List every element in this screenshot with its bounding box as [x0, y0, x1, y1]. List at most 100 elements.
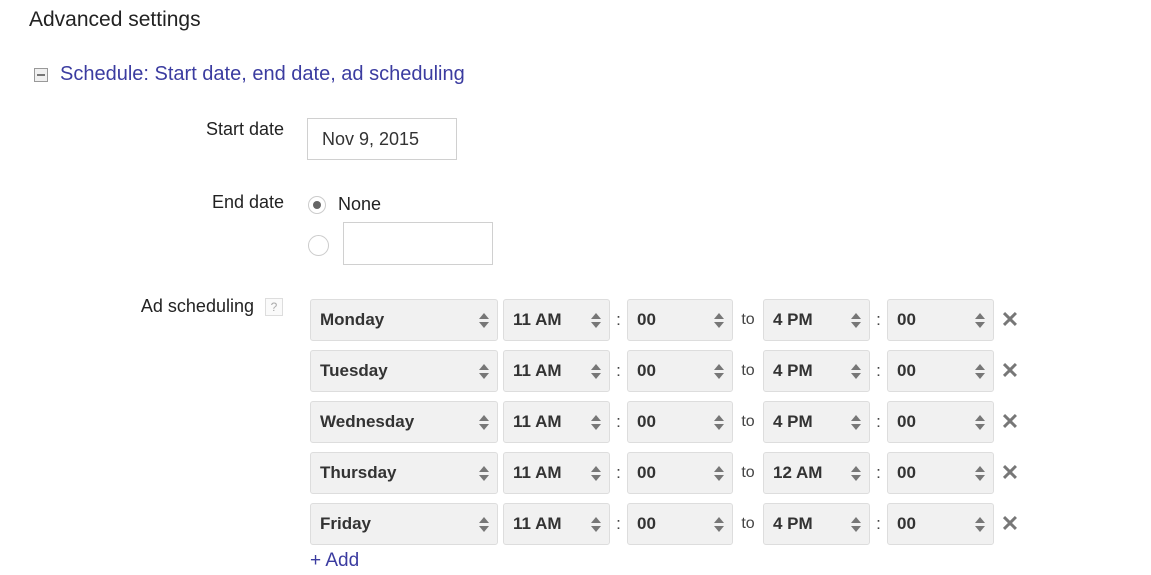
end-minute-select[interactable]: 00 — [887, 299, 994, 341]
select-arrows-icon — [714, 516, 724, 532]
schedule-section-label[interactable]: Schedule: Start date, end date, ad sched… — [60, 63, 465, 86]
help-icon[interactable]: ? — [265, 298, 283, 316]
start-date-input[interactable]: Nov 9, 2015 — [307, 118, 457, 160]
end-date-none-option[interactable]: None — [308, 194, 381, 215]
start-hour-select[interactable]: 11 AM — [503, 452, 610, 494]
day-select-value: Tuesday — [320, 361, 388, 380]
collapse-icon[interactable] — [34, 67, 48, 82]
time-colon: : — [616, 361, 621, 380]
day-select-value: Friday — [320, 514, 372, 533]
schedule-row: Wednesday 11 AM : 00 to 4 PM : 00 ✕ — [310, 401, 1026, 443]
end-minute-select[interactable]: 00 — [887, 350, 994, 392]
schedule-row: Thursday 11 AM : 00 to 12 AM : 00 ✕ — [310, 452, 1026, 494]
select-arrows-icon — [591, 516, 601, 532]
start-minute-select-value: 00 — [637, 463, 656, 482]
time-colon: : — [616, 412, 621, 431]
time-colon: : — [876, 361, 881, 380]
schedule-row: Monday 11 AM : 00 to 4 PM : 00 ✕ — [310, 299, 1026, 341]
select-arrows-icon — [851, 363, 861, 379]
select-arrows-icon — [479, 312, 489, 328]
end-minute-select-value: 00 — [897, 463, 916, 482]
select-arrows-icon — [479, 363, 489, 379]
start-hour-select[interactable]: 11 AM — [503, 503, 610, 545]
day-select[interactable]: Friday — [310, 503, 498, 545]
to-label: to — [741, 311, 755, 328]
select-arrows-icon — [479, 516, 489, 532]
end-hour-select-value: 4 PM — [773, 361, 813, 380]
end-minute-select[interactable]: 00 — [887, 452, 994, 494]
time-colon: : — [876, 310, 881, 329]
start-date-label: Start date — [205, 119, 284, 139]
end-date-none-label: None — [338, 194, 382, 214]
select-arrows-icon — [591, 363, 601, 379]
day-select[interactable]: Thursday — [310, 452, 498, 494]
end-date-none-radio[interactable] — [308, 195, 326, 214]
to-label: to — [741, 413, 755, 430]
to-label: to — [741, 515, 755, 532]
select-arrows-icon — [975, 363, 985, 379]
time-colon: : — [876, 463, 881, 482]
select-arrows-icon — [851, 516, 861, 532]
time-colon: : — [876, 514, 881, 533]
end-minute-select-value: 00 — [897, 310, 916, 329]
time-colon: : — [616, 463, 621, 482]
day-select-value: Wednesday — [320, 412, 415, 431]
select-arrows-icon — [714, 414, 724, 430]
end-hour-select[interactable]: 4 PM — [763, 299, 870, 341]
day-select[interactable]: Wednesday — [310, 401, 498, 443]
select-arrows-icon — [714, 363, 724, 379]
start-minute-select[interactable]: 00 — [627, 503, 733, 545]
end-minute-select[interactable]: 00 — [887, 503, 994, 545]
remove-row-icon[interactable]: ✕ — [994, 511, 1026, 537]
end-hour-select[interactable]: 4 PM — [763, 503, 870, 545]
start-minute-select-value: 00 — [637, 310, 656, 329]
select-arrows-icon — [714, 312, 724, 328]
remove-row-icon[interactable]: ✕ — [994, 460, 1026, 486]
select-arrows-icon — [479, 414, 489, 430]
end-hour-select-value: 4 PM — [773, 514, 813, 533]
to-label: to — [741, 362, 755, 379]
start-minute-select[interactable]: 00 — [627, 452, 733, 494]
start-minute-select[interactable]: 00 — [627, 299, 733, 341]
schedule-row: Tuesday 11 AM : 00 to 4 PM : 00 ✕ — [310, 350, 1026, 392]
day-select[interactable]: Tuesday — [310, 350, 498, 392]
day-select-value: Thursday — [320, 463, 397, 482]
schedule-section-header[interactable]: Schedule: Start date, end date, ad sched… — [34, 63, 465, 86]
end-minute-select[interactable]: 00 — [887, 401, 994, 443]
start-hour-select-value: 11 AM — [513, 514, 562, 533]
start-hour-select-value: 11 AM — [513, 463, 562, 482]
end-hour-select[interactable]: 4 PM — [763, 350, 870, 392]
start-hour-select[interactable]: 11 AM — [503, 299, 610, 341]
end-date-input[interactable] — [343, 222, 493, 265]
end-minute-select-value: 00 — [897, 361, 916, 380]
remove-row-icon[interactable]: ✕ — [994, 358, 1026, 384]
select-arrows-icon — [479, 465, 489, 481]
day-select[interactable]: Monday — [310, 299, 498, 341]
start-minute-select[interactable]: 00 — [627, 350, 733, 392]
end-date-custom-radio[interactable] — [308, 235, 329, 256]
end-hour-select-value: 4 PM — [773, 412, 813, 431]
remove-row-icon[interactable]: ✕ — [994, 307, 1026, 333]
select-arrows-icon — [975, 465, 985, 481]
select-arrows-icon — [714, 465, 724, 481]
start-minute-select-value: 00 — [637, 412, 656, 431]
start-minute-select[interactable]: 00 — [627, 401, 733, 443]
time-colon: : — [616, 310, 621, 329]
end-hour-select[interactable]: 12 AM — [763, 452, 870, 494]
to-label: to — [741, 464, 755, 481]
time-colon: : — [876, 412, 881, 431]
end-date-label: End date — [211, 192, 284, 212]
select-arrows-icon — [591, 414, 601, 430]
page-title: Advanced settings — [29, 8, 201, 31]
start-hour-select[interactable]: 11 AM — [503, 401, 610, 443]
end-hour-select-value: 4 PM — [773, 310, 813, 329]
end-hour-select[interactable]: 4 PM — [763, 401, 870, 443]
remove-row-icon[interactable]: ✕ — [994, 409, 1026, 435]
start-minute-select-value: 00 — [637, 361, 656, 380]
time-colon: : — [616, 514, 621, 533]
day-select-value: Monday — [320, 310, 385, 329]
start-hour-select[interactable]: 11 AM — [503, 350, 610, 392]
add-schedule-link[interactable]: + Add — [310, 550, 359, 572]
schedule-row: Friday 11 AM : 00 to 4 PM : 00 ✕ — [310, 503, 1026, 545]
end-hour-select-value: 12 AM — [773, 463, 823, 482]
